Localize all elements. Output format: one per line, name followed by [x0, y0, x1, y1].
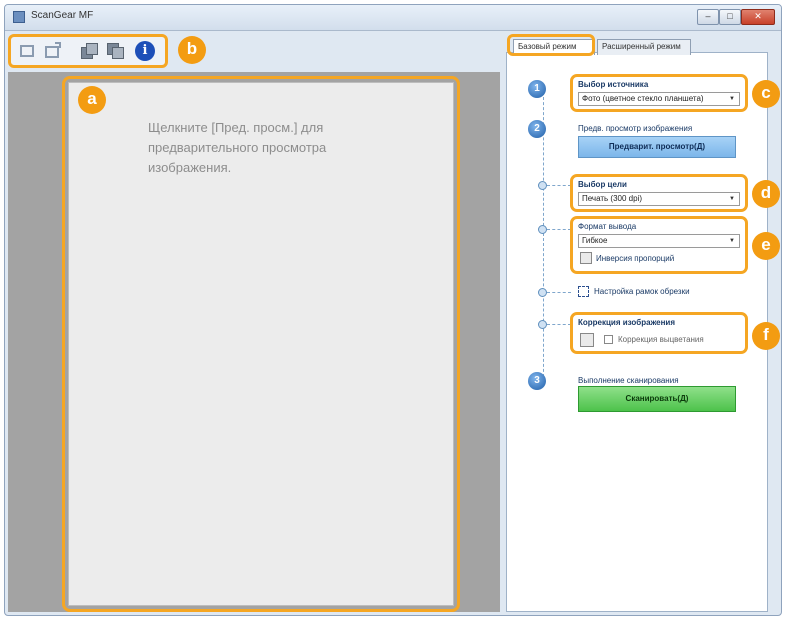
source-select[interactable]: Фото (цветное стекло планшета) ▼	[578, 92, 740, 106]
image-correction-icon	[580, 333, 594, 347]
minimize-button[interactable]: –	[697, 9, 719, 25]
close-button[interactable]: ✕	[741, 9, 775, 25]
rotate-icon[interactable]	[43, 42, 63, 60]
preview-hint-text: Щелкните [Пред. просм.] для предваритель…	[148, 120, 327, 175]
destination-select-value: Печать (300 dpi)	[582, 194, 643, 203]
paste-icon[interactable]	[105, 42, 125, 60]
preview-step-label: Предв. просмотр изображения	[578, 124, 693, 133]
output-size-label: Формат вывода	[578, 222, 637, 231]
scan-button[interactable]: Сканировать(Д)	[578, 386, 736, 412]
callout-e-badge: e	[752, 232, 780, 260]
invert-ratio-label: Инверсия пропорций	[596, 254, 675, 263]
step-connector	[547, 229, 571, 230]
step-1-badge: 1	[528, 80, 546, 98]
chevron-down-icon: ▼	[729, 238, 735, 244]
crop-frame-icon[interactable]	[578, 286, 589, 297]
fade-correction-checkbox[interactable]	[604, 335, 613, 344]
step-3-badge: 3	[528, 372, 546, 390]
callout-d-badge: d	[752, 180, 780, 208]
invert-ratio-icon[interactable]	[580, 252, 592, 264]
output-size-select[interactable]: Гибкое ▼	[578, 234, 740, 248]
step-dot	[538, 181, 547, 190]
tab-highlight	[507, 34, 595, 56]
maximize-button[interactable]: □	[719, 9, 741, 25]
crop-label[interactable]: Настройка рамок обрезки	[594, 287, 690, 296]
callout-a-badge: a	[78, 86, 106, 114]
tab-advanced-mode[interactable]: Расширенный режим	[597, 39, 691, 55]
step-2-badge: 2	[528, 120, 546, 138]
step-dot	[538, 320, 547, 329]
crop-icon[interactable]	[17, 42, 37, 60]
step-dot	[538, 225, 547, 234]
copy-icon[interactable]	[79, 42, 99, 60]
step-connector	[547, 292, 571, 293]
step-dot	[538, 288, 547, 297]
callout-c-badge: c	[752, 80, 780, 108]
step-connector	[547, 324, 571, 325]
step-connector	[547, 185, 571, 186]
scan-step-label: Выполнение сканирования	[578, 376, 679, 385]
callout-f-badge: f	[752, 322, 780, 350]
output-size-select-value: Гибкое	[582, 236, 608, 245]
chevron-down-icon: ▼	[729, 196, 735, 202]
destination-select[interactable]: Печать (300 dpi) ▼	[578, 192, 740, 206]
source-label: Выбор источника	[578, 80, 649, 89]
toolbar: i	[8, 34, 168, 68]
fade-correction-label: Коррекция выцветания	[618, 335, 704, 344]
source-select-value: Фото (цветное стекло планшета)	[582, 94, 704, 103]
correction-label: Коррекция изображения	[578, 318, 676, 327]
chevron-down-icon: ▼	[729, 96, 735, 102]
window-title: ScanGear MF	[31, 10, 94, 21]
info-icon[interactable]: i	[135, 41, 155, 61]
app-icon	[13, 11, 25, 23]
destination-label: Выбор цели	[578, 180, 627, 189]
title-bar: ScanGear MF – □ ✕	[5, 5, 781, 31]
preview-button[interactable]: Предварит. просмотр(Д)	[578, 136, 736, 158]
callout-b-badge: b	[178, 36, 206, 64]
